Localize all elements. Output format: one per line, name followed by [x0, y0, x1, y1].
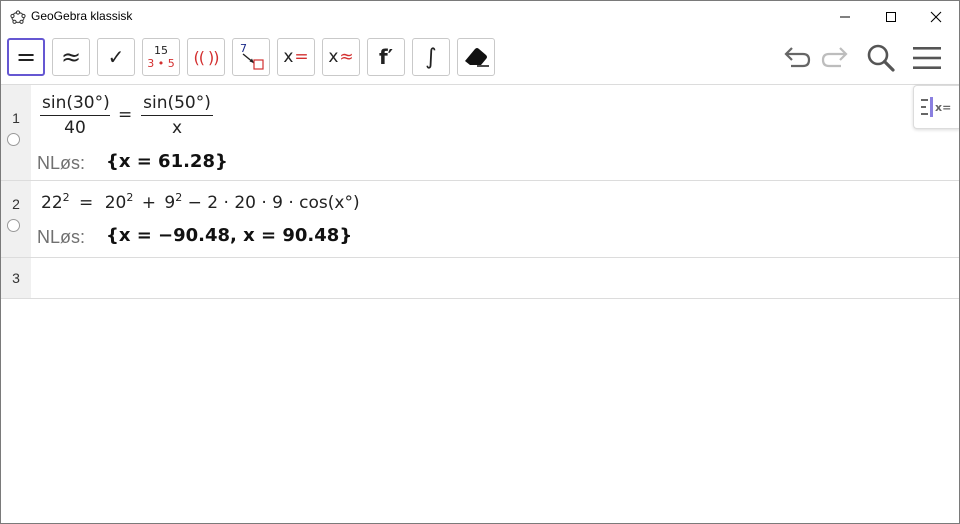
integral-icon: ∫: [425, 44, 437, 70]
maximize-button[interactable]: [868, 1, 914, 32]
keep-input-button[interactable]: ✓: [97, 38, 135, 76]
title-bar: GeoGebra klassisk: [1, 1, 959, 32]
redo-button[interactable]: [817, 40, 853, 76]
main-menu-button[interactable]: [909, 40, 945, 76]
close-button[interactable]: [913, 1, 959, 32]
row-number: 3: [12, 270, 20, 286]
geogebra-logo-icon: [10, 10, 26, 24]
row2-input: 222 = 202 + 92 − 2 · 20 · 9 · cos(x°): [41, 191, 360, 213]
redo-icon: [821, 47, 848, 68]
solve-numerically-button[interactable]: x ≈: [322, 38, 360, 76]
cas-input-field[interactable]: [32, 258, 959, 298]
close-icon: [930, 11, 942, 22]
expand-button[interactable]: (( )): [187, 38, 225, 76]
row-number: 2: [12, 196, 20, 212]
delete-button[interactable]: [457, 38, 495, 76]
numeric-evaluate-button[interactable]: ≈: [52, 38, 90, 76]
substitute-icon-digit: 7: [240, 42, 247, 55]
expand-icon: (( )): [193, 47, 219, 67]
term-a-exponent: 2: [126, 191, 134, 204]
app-window: GeoGebra klassisk = ≈ ✓ 15 3 • 5 (( )) 7…: [0, 0, 960, 524]
cas-row-2[interactable]: 2 222 = 202 + 92 − 2 · 20 · 9 · cos(x°) …: [1, 181, 959, 258]
factor-icon-bottom: 3 • 5: [147, 57, 175, 70]
search-button[interactable]: [863, 40, 899, 76]
term-rest: − 2 · 20 · 9 · cos(x°): [187, 193, 360, 213]
output-label: NLøs:: [37, 227, 86, 247]
row-number: 1: [12, 110, 20, 126]
rhs-numerator: sin(50°): [141, 91, 213, 116]
nsolve-icon-x: x: [328, 47, 339, 67]
eraser-icon: [465, 48, 489, 67]
minimize-button[interactable]: [822, 1, 868, 32]
substitute-button[interactable]: 7: [232, 38, 270, 76]
equals-sign: =: [118, 105, 133, 125]
equals-sign: =: [79, 193, 94, 213]
derivative-icon: f′: [379, 45, 393, 69]
checkmark-icon: ✓: [107, 45, 125, 69]
cas-row-3[interactable]: 3: [1, 258, 959, 299]
factor-button[interactable]: 15 3 • 5: [142, 38, 180, 76]
algebra-view-label: x=: [935, 101, 951, 114]
algebra-view-icon: x=: [921, 97, 951, 117]
solve-icon-op: =: [294, 47, 309, 67]
integral-button[interactable]: ∫: [412, 38, 450, 76]
hamburger-menu-icon: [913, 47, 941, 69]
undo-icon: [784, 47, 811, 68]
search-icon: [867, 44, 895, 72]
output-result: {x = 61.28}: [106, 151, 228, 172]
lhs-numerator: sin(30°): [40, 91, 110, 116]
output-result: {x = −90.48, x = 90.48}: [106, 225, 353, 246]
algebra-view-toggle[interactable]: x=: [913, 85, 959, 129]
undo-button[interactable]: [779, 40, 815, 76]
term-b-exponent: 2: [175, 191, 183, 204]
solve-button[interactable]: x =: [277, 38, 315, 76]
exact-evaluate-button[interactable]: =: [7, 38, 45, 76]
show-output-toggle[interactable]: [7, 219, 20, 232]
rhs-denominator: x: [171, 118, 183, 138]
lhs-base: 22: [41, 193, 63, 213]
lhs-fraction: sin(30°) 40: [40, 91, 110, 140]
window-title: GeoGebra klassisk: [31, 9, 133, 23]
cas-row-1[interactable]: 1 sin(30°) 40 = sin(50°) x NLøs: {x = 61…: [1, 85, 959, 181]
lhs-denominator: 40: [64, 118, 86, 138]
rhs-fraction: sin(50°) x: [141, 91, 213, 140]
approx-icon: ≈: [60, 43, 82, 71]
cas-toolbar: = ≈ ✓ 15 3 • 5 (( )) 7 x = x ≈ f′ ∫: [1, 32, 959, 85]
lhs-exponent: 2: [62, 191, 70, 204]
equals-icon: =: [15, 43, 37, 71]
output-label: NLøs:: [37, 153, 86, 173]
plus-sign: +: [141, 193, 156, 213]
derivative-button[interactable]: f′: [367, 38, 405, 76]
solve-icon-x: x: [283, 47, 294, 67]
show-output-toggle[interactable]: [7, 133, 20, 146]
term-a: 20: [104, 193, 127, 213]
term-b: 9: [164, 193, 176, 213]
maximize-icon: [886, 11, 896, 22]
minimize-icon: [840, 16, 850, 17]
substitute-icon: 7: [240, 42, 264, 70]
factor-icon-top: 15: [154, 44, 168, 57]
cas-view: 1 sin(30°) 40 = sin(50°) x NLøs: {x = 61…: [1, 85, 959, 299]
nsolve-icon-op: ≈: [339, 47, 354, 67]
